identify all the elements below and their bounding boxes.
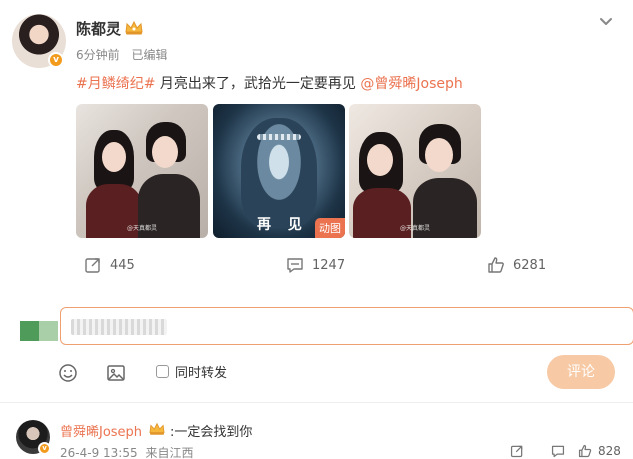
reply-meta: 26-4-9 13:55 来自江西: [60, 444, 197, 459]
post-image-1[interactable]: @天真都灵: [76, 104, 208, 238]
submit-comment-button[interactable]: 评论: [547, 355, 615, 389]
gif-badge: 动图: [315, 218, 345, 238]
like-button[interactable]: 6281: [487, 256, 546, 274]
checkbox[interactable]: [156, 365, 169, 378]
image-watermark: @天真都灵: [126, 225, 158, 232]
comment-icon[interactable]: [551, 444, 565, 458]
share-icon: [85, 258, 100, 273]
topic-link[interactable]: #月鳞绮纪#: [76, 76, 155, 92]
share-count: 445: [110, 257, 135, 273]
post-meta: 6分钟前 已编辑: [76, 46, 175, 63]
share-button[interactable]: 445: [84, 256, 135, 274]
post-body: 月亮出来了，武拾光一定要再见: [155, 76, 361, 92]
comment-input[interactable]: [60, 307, 633, 345]
reply-author[interactable]: 曾舜晞Joseph: [60, 421, 142, 440]
image-caption: 再 见: [257, 217, 308, 233]
comment-count: 1247: [312, 257, 346, 273]
reply-text: :一定会找到你: [170, 425, 253, 440]
current-user-avatar: [20, 321, 58, 341]
image-watermark: @天真都灵: [399, 225, 431, 232]
figure-headpiece: [257, 134, 301, 140]
verified-badge-icon: v: [38, 442, 51, 455]
divider: [0, 402, 633, 403]
weibo-post: v 陈都灵 6分钟前 已编辑 #月鳞绮纪# 月亮出来了，武拾光一定要再见 @曾舜…: [0, 0, 633, 459]
share-icon[interactable]: [510, 444, 524, 458]
thumbs-up-icon: [578, 444, 592, 458]
crown-icon: [149, 422, 165, 435]
obscured-text: [71, 319, 167, 335]
author-name[interactable]: 陈都灵: [76, 18, 121, 39]
post-time[interactable]: 6分钟前: [76, 48, 120, 62]
figure-face: [102, 142, 126, 172]
reply-like-button[interactable]: 828: [578, 444, 621, 458]
comment-icon: [287, 258, 303, 273]
comment-button[interactable]: 1247: [286, 256, 345, 274]
figure-face: [425, 138, 453, 172]
reply-date: 26-4-9 13:55: [60, 446, 138, 459]
like-count: 6281: [513, 257, 547, 273]
reply-like-count: 828: [598, 444, 621, 458]
post-image-3[interactable]: @天真都灵: [349, 104, 481, 238]
post-image-2[interactable]: 再 见 动图: [213, 104, 345, 238]
reply-source: 来自江西: [145, 446, 194, 459]
verified-badge-icon: v: [48, 52, 64, 68]
post-content: #月鳞绮纪# 月亮出来了，武拾光一定要再见 @曾舜晞Joseph: [76, 73, 463, 93]
emoji-icon[interactable]: [58, 363, 78, 383]
post-actions: 445 1247 6281: [0, 256, 633, 276]
repost-label: 同时转发: [175, 366, 228, 381]
mention-link[interactable]: @曾舜晞Joseph: [360, 76, 462, 92]
figure-face: [367, 144, 393, 176]
figure-face: [152, 136, 178, 168]
chevron-down-icon[interactable]: [598, 16, 614, 28]
edited-label: 已编辑: [131, 48, 168, 62]
image-icon[interactable]: [106, 363, 126, 383]
repost-checkbox[interactable]: 同时转发: [156, 362, 227, 381]
thumbs-up-icon: [488, 257, 504, 273]
crown-icon: [125, 20, 143, 35]
